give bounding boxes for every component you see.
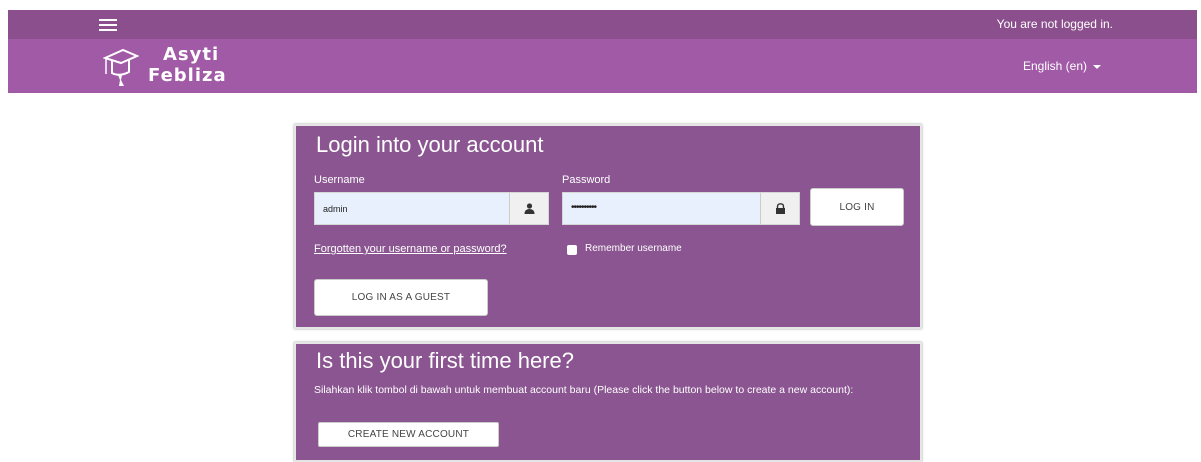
login-status-text: You are not logged in. <box>996 17 1113 31</box>
brand-line-1: Asyti <box>163 44 220 65</box>
graduation-cap-icon[interactable] <box>103 46 139 88</box>
top-navbar: You are not logged in. <box>8 10 1197 39</box>
login-button[interactable]: LOG IN <box>810 188 904 226</box>
login-card: Login into your account Username admin P… <box>294 124 922 329</box>
username-field[interactable]: admin <box>314 192 549 225</box>
create-account-button[interactable]: CREATE NEW ACCOUNT <box>318 422 499 447</box>
remember-username-checkbox[interactable] <box>567 245 577 255</box>
brand-bar: Asyti Febliza English (en) <box>8 39 1197 93</box>
language-label: English (en) <box>1022 59 1087 73</box>
guest-login-button[interactable]: LOG IN AS A GUEST <box>314 279 488 316</box>
username-label: Username <box>314 174 365 186</box>
signup-card: Is this your first time here? Silahkan k… <box>294 342 922 462</box>
remember-username-label: Remember username <box>585 243 682 254</box>
username-value: admin <box>323 204 348 214</box>
password-field[interactable]: •••••••••• <box>562 192 800 225</box>
caret-down-icon <box>1093 64 1101 69</box>
signup-description: Silahkan klik tombol di bawah untuk memb… <box>314 384 854 396</box>
password-label: Password <box>562 174 611 186</box>
forgot-password-link[interactable]: Forgotten your username or password? <box>314 243 507 255</box>
login-title: Login into your account <box>316 132 544 157</box>
signup-title: Is this your first time here? <box>316 348 574 373</box>
lock-icon <box>760 193 799 224</box>
password-value: •••••••••• <box>571 202 597 213</box>
hamburger-icon[interactable] <box>99 19 117 31</box>
brand-line-2: Febliza <box>148 65 227 86</box>
user-icon <box>509 193 548 224</box>
language-selector[interactable]: English (en) <box>1023 59 1101 73</box>
brand-logo-text[interactable]: Asyti Febliza <box>148 44 227 86</box>
